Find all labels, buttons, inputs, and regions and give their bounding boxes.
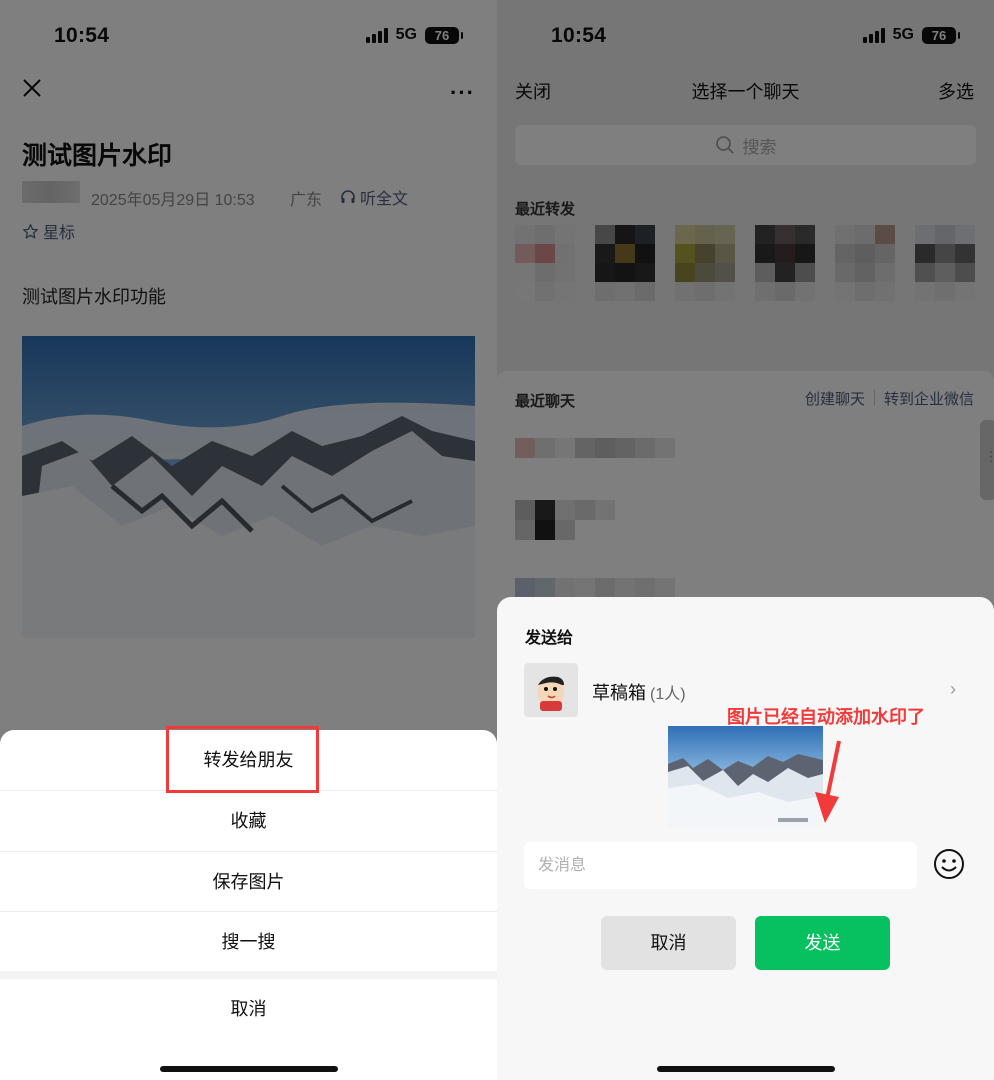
send-button[interactable]: 发送 <box>755 916 890 970</box>
home-indicator[interactable] <box>160 1066 338 1072</box>
chevron-right-icon[interactable]: › <box>950 679 956 700</box>
right-phone-screen: 10:54 5G 76 选择一个聊天 关闭 多选 搜索 最近转发 最近聊天 创建… <box>497 0 994 1080</box>
annotation-highlight-box <box>166 726 319 793</box>
draft-box-avatar <box>524 663 578 717</box>
recipient-count: (1人) <box>650 686 686 703</box>
sheet-gap <box>0 971 497 979</box>
annotation-arrow-icon <box>815 740 841 823</box>
send-to-dialog: 发送给 草稿箱 (1人) › 图片已经自动添加水印了 发消息 取消 发送 <box>497 597 994 1080</box>
cartoon-avatar-icon <box>538 676 564 711</box>
message-input[interactable]: 发消息 <box>524 842 917 889</box>
annotation-note: 图片已经自动添加水印了 <box>727 707 925 727</box>
favorite-button[interactable]: 收藏 <box>0 791 497 851</box>
cancel-button[interactable]: 取消 <box>601 916 736 970</box>
recipient-name: 草稿箱 (1人) <box>592 679 686 705</box>
left-phone-screen: 10:54 5G 76 ··· 测试图片水印 2025年05月29日 10:53… <box>0 0 497 1080</box>
recipient-label: 草稿箱 <box>592 683 646 703</box>
home-indicator[interactable] <box>657 1066 835 1072</box>
save-image-button[interactable]: 保存图片 <box>0 852 497 912</box>
emoji-icon[interactable] <box>932 847 966 881</box>
search-image-button[interactable]: 搜一搜 <box>0 912 497 972</box>
sheet-cancel-button[interactable]: 取消 <box>0 979 497 1039</box>
send-to-title: 发送给 <box>525 630 574 647</box>
